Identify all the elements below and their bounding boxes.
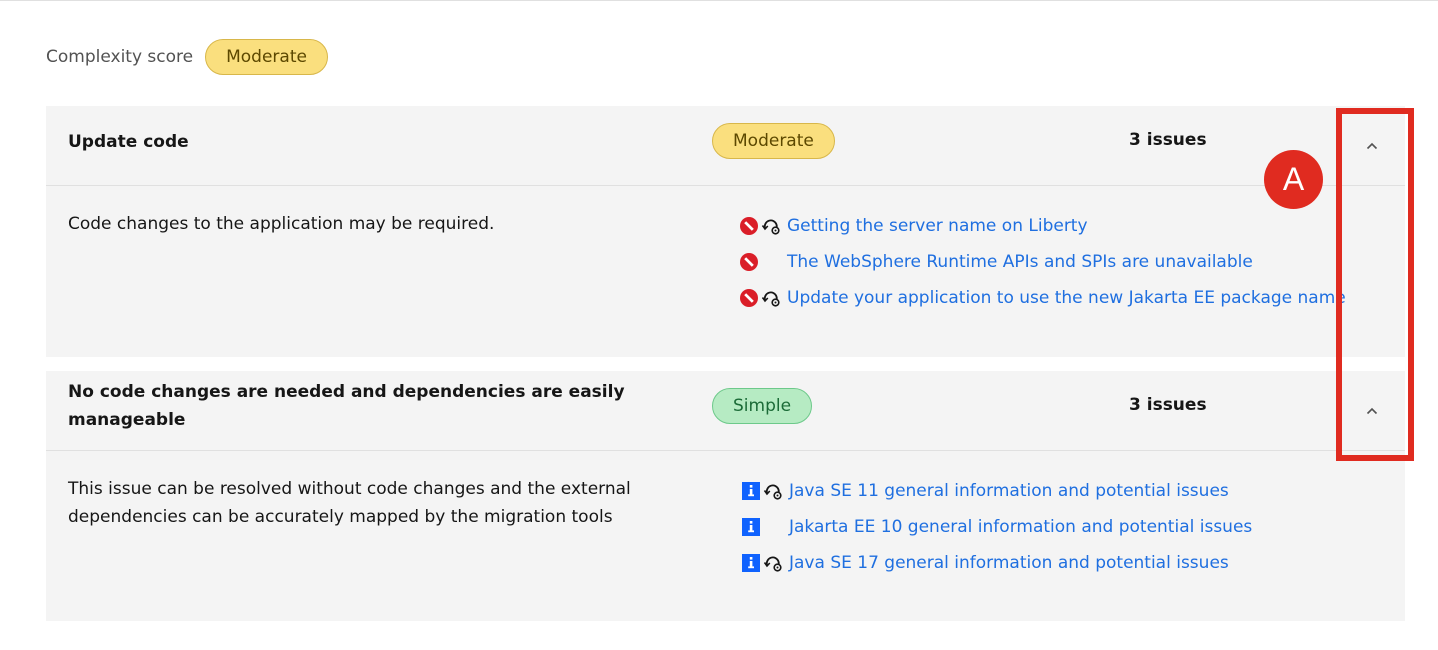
blocked-icon (738, 216, 759, 237)
icon-spacer (762, 517, 784, 538)
complexity-score: Complexity score Moderate (46, 38, 328, 76)
issue-item: Java SE 11 general information and poten… (740, 473, 1400, 509)
accordion-header[interactable]: No code changes are needed and dependenc… (46, 371, 1405, 451)
issue-link[interactable]: Update your application to use the new J… (787, 288, 1346, 308)
accordion-title: No code changes are needed and dependenc… (68, 382, 625, 430)
issue-count: 3 issues (1129, 130, 1207, 150)
blocked-icon (738, 288, 759, 309)
annotation-highlight-box (1336, 108, 1414, 461)
issue-link[interactable]: Getting the server name on Liberty (787, 216, 1088, 236)
info-icon (740, 517, 761, 538)
issue-item: The WebSphere Runtime APIs and SPIs are … (738, 244, 1398, 280)
issue-link[interactable]: Jakarta EE 10 general information and po… (789, 517, 1252, 537)
issue-list: Java SE 11 general information and poten… (740, 473, 1400, 581)
issue-count: 3 issues (1129, 395, 1207, 415)
complexity-score-tag: Moderate (205, 39, 328, 75)
accordion-update-code: Update code Moderate 3 issues Code chang… (46, 106, 1405, 357)
accordion-header[interactable]: Update code Moderate 3 issues (46, 106, 1405, 186)
automated-fix-icon (760, 288, 782, 309)
issue-item: Update your application to use the new J… (738, 280, 1398, 316)
annotation-marker: A (1264, 150, 1323, 209)
blocked-icon (738, 252, 759, 273)
accordion-title: Update code (68, 132, 189, 152)
issue-item: Java SE 17 general information and poten… (740, 545, 1400, 581)
complexity-tag: Moderate (712, 123, 835, 159)
automated-fix-icon (762, 553, 784, 574)
issue-item: Jakarta EE 10 general information and po… (740, 509, 1400, 545)
icon-spacer (760, 252, 782, 273)
issue-link[interactable]: Java SE 11 general information and poten… (789, 481, 1229, 501)
accordion-description: Code changes to the application may be r… (68, 214, 495, 234)
issue-item: Getting the server name on Liberty (738, 208, 1398, 244)
issue-link[interactable]: Java SE 17 general information and poten… (789, 553, 1229, 573)
issue-list: Getting the server name on Liberty The W… (738, 208, 1398, 316)
top-divider (0, 0, 1438, 1)
accordion-no-code-changes: No code changes are needed and dependenc… (46, 371, 1405, 621)
info-icon (740, 481, 761, 502)
accordion-description: This issue can be resolved without code … (68, 479, 631, 527)
info-icon (740, 553, 761, 574)
complexity-tag: Simple (712, 388, 813, 424)
automated-fix-icon (760, 216, 782, 237)
complexity-score-label: Complexity score (46, 47, 194, 67)
issue-link[interactable]: The WebSphere Runtime APIs and SPIs are … (787, 252, 1253, 272)
automated-fix-icon (762, 481, 784, 502)
